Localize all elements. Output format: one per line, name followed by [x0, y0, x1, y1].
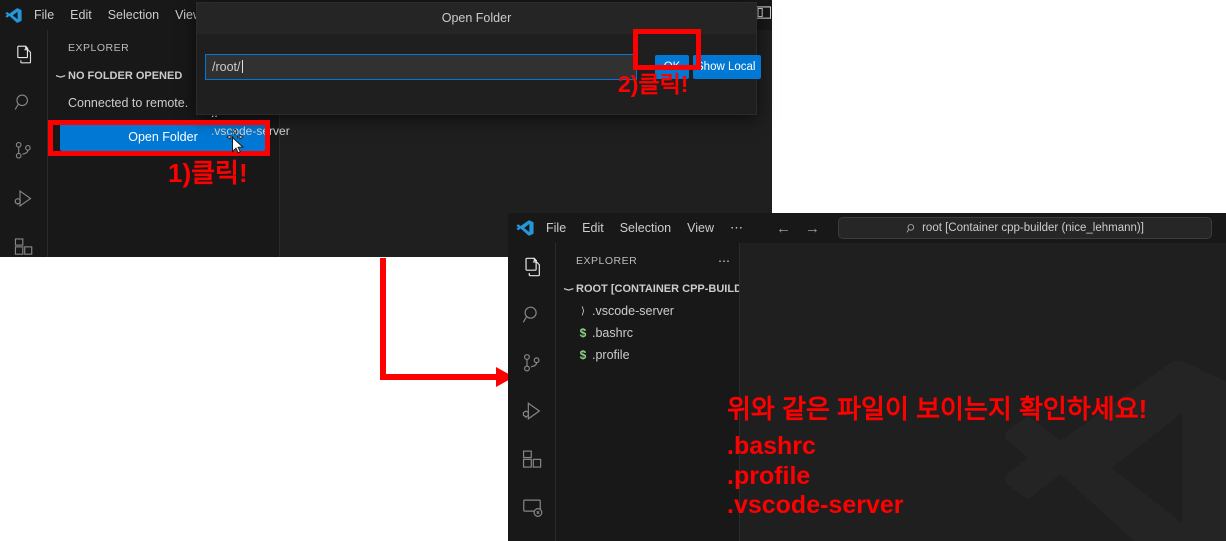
chevron-down-icon: ⟩ — [54, 74, 66, 78]
panel-layout-icon[interactable] — [755, 6, 772, 25]
search-icon — [906, 223, 917, 234]
activity-source-control[interactable] — [508, 339, 555, 387]
tree-item-label: .vscode-server — [592, 304, 674, 318]
menu-view[interactable]: View — [679, 213, 722, 243]
activity-remote-explorer[interactable] — [508, 483, 555, 531]
activity-extensions[interactable] — [508, 435, 555, 483]
folder-path-input[interactable]: /root/ — [205, 54, 637, 80]
navigation-arrows: ← → — [776, 221, 820, 236]
screenshot-root: File Edit Selection View EXPLORER ⟩ NO F… — [0, 0, 1226, 541]
annotation-arrow-icon — [380, 258, 514, 387]
dialog-title: Open Folder — [197, 3, 756, 34]
tree-item-profile[interactable]: $ .profile — [556, 344, 739, 366]
activity-explorer[interactable] — [508, 243, 555, 291]
activity-explorer[interactable] — [0, 30, 47, 78]
titlebar-remote: File Edit Selection View ⋯ ← → root [Con… — [508, 213, 1226, 243]
menu-edit[interactable]: Edit — [62, 0, 100, 30]
annotation-note-file-profile: .profile — [727, 462, 811, 490]
annotation-note-file-vscode-server: .vscode-server — [727, 491, 904, 519]
annotation-step2-label: 2)클릭! — [618, 71, 689, 97]
open-folder-dialog: Open Folder /root/ OK Show Local .. .vsc… — [196, 2, 761, 138]
menu-file[interactable]: File — [538, 213, 574, 243]
nav-back-icon[interactable]: ← — [776, 221, 791, 236]
tree-root-folder[interactable]: ⟩ ROOT [CONTAINER CPP-BUILDER (NICE_LE..… — [556, 278, 740, 300]
chevron-right-icon: ⟩ — [581, 305, 585, 317]
quick-input-bar[interactable]: root [Container cpp-builder (nice_lehman… — [838, 217, 1212, 239]
tree-item-label: .profile — [592, 348, 630, 362]
sidebar-title-text: EXPLORER — [68, 41, 130, 54]
sidebar-title-text: EXPLORER — [576, 254, 638, 267]
vscode-watermark-logo — [1005, 360, 1226, 541]
menu-edit[interactable]: Edit — [574, 213, 612, 243]
menu-overflow-icon[interactable]: ⋯ — [722, 213, 752, 243]
shell-file-icon: $ — [579, 326, 587, 340]
annotation-step1-label: 1)클릭! — [168, 158, 248, 188]
tree-item-bashrc[interactable]: $ .bashrc — [556, 322, 739, 344]
annotation-note-file-bashrc: .bashrc — [727, 432, 816, 460]
dialog-show-local-button[interactable]: Show Local — [693, 55, 761, 79]
section-no-folder-opened-label: NO FOLDER OPENED — [68, 70, 183, 82]
menu-file[interactable]: File — [26, 0, 62, 30]
tree-item-label: .bashrc — [592, 326, 633, 340]
menubar-remote: File Edit Selection View ⋯ — [538, 213, 752, 243]
activity-run-debug[interactable] — [0, 174, 47, 222]
vscode-logo-icon — [0, 0, 26, 30]
menu-selection[interactable]: Selection — [612, 213, 679, 243]
dialog-list-item-parent[interactable]: .. — [211, 106, 218, 120]
activitybar-primary — [0, 30, 48, 257]
chevron-down-icon: ⟩ — [562, 287, 574, 291]
activity-source-control[interactable] — [0, 126, 47, 174]
menubar-primary: File Edit Selection View — [26, 0, 210, 30]
activity-extensions[interactable] — [0, 222, 47, 257]
folder-path-value: /root/ — [212, 60, 241, 74]
quick-input-value: root [Container cpp-builder (nice_lehman… — [922, 222, 1144, 234]
annotation-note-title: 위와 같은 파일이 보이는지 확인하세요! — [727, 394, 1148, 424]
dialog-list-item-vscode-server[interactable]: .vscode-server — [211, 124, 290, 138]
shell-file-icon: $ — [579, 348, 587, 362]
tree-item-vscode-server[interactable]: ⟩ .vscode-server — [556, 300, 739, 322]
sidebar-remote: EXPLORER ⋯ ⟩ ROOT [CONTAINER CPP-BUILDER… — [556, 243, 740, 541]
sidebar-title-explorer: EXPLORER ⋯ — [556, 243, 739, 278]
menu-selection[interactable]: Selection — [100, 0, 167, 30]
activity-search[interactable] — [0, 78, 47, 126]
vscode-logo-icon — [512, 213, 538, 243]
text-caret — [241, 60, 243, 73]
activity-search[interactable] — [508, 291, 555, 339]
activitybar-remote — [508, 243, 556, 541]
sidebar-more-actions-icon[interactable]: ⋯ — [718, 254, 731, 268]
move-cursor-icon — [226, 128, 250, 159]
tree-root-folder-label: ROOT [CONTAINER CPP-BUILDER (NICE_LE... — [576, 283, 739, 295]
nav-forward-icon[interactable]: → — [805, 221, 820, 236]
activity-run-debug[interactable] — [508, 387, 555, 435]
